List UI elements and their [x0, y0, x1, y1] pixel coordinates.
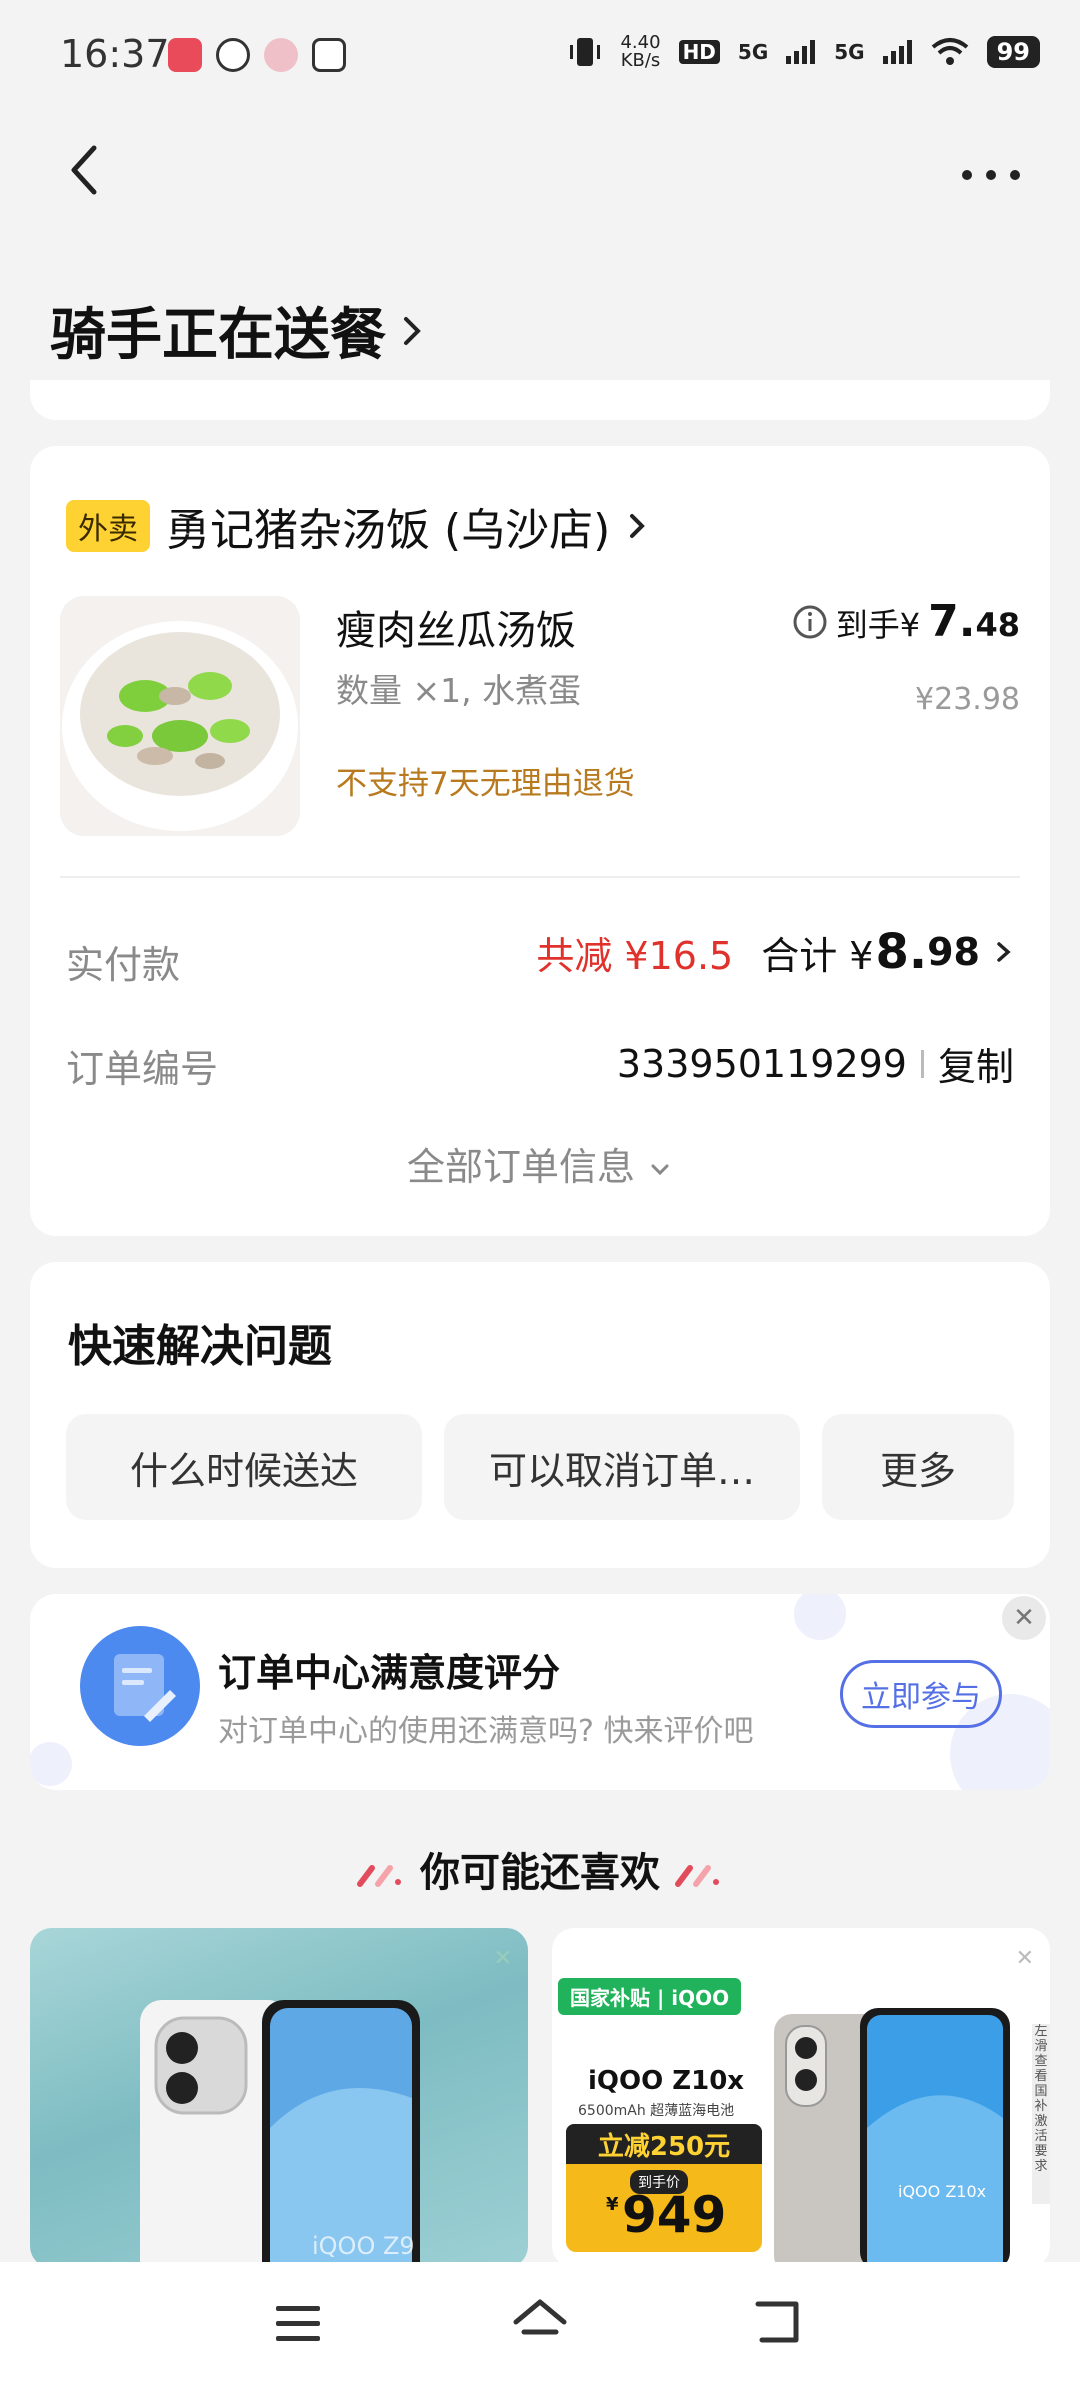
- avatar-notification-icon: [264, 38, 298, 72]
- net-speed-unit: KB/s: [620, 50, 661, 71]
- vibrate-icon: [570, 38, 601, 66]
- ad2-screen-brand: iQOO Z10x: [898, 2182, 987, 2201]
- shop-name: 勇记猪杂汤饭 (乌沙店): [166, 505, 611, 556]
- total-decimal: 98: [927, 930, 980, 974]
- ad2-price-symbol: ¥: [606, 2194, 619, 2215]
- return-policy-note: 不支持7天无理由退货: [336, 766, 635, 802]
- ad1-close-icon[interactable]: ✕: [494, 1946, 512, 1971]
- signal-5g-icon: 5G: [834, 40, 865, 64]
- ad2-price: 949: [622, 2186, 727, 2244]
- when-delivered-button[interactable]: 什么时候送达: [66, 1414, 422, 1520]
- status-bar: 16:37 4.40 KB/s HD 5G 5G 99: [0, 0, 1080, 110]
- product-ad-left[interactable]: iQOO Z9 ✕: [30, 1928, 528, 2268]
- divider: [60, 876, 1020, 878]
- battery-indicator: 99: [986, 36, 1040, 68]
- takeout-tag: 外卖: [66, 500, 150, 552]
- price-decimal: 48: [975, 606, 1020, 644]
- all-order-info-toggle[interactable]: 全部订单信息: [30, 1136, 1050, 1191]
- discount-amount: 共减 ¥16.5: [536, 933, 734, 978]
- quick-help-card: 快速解决问题 什么时候送达 可以取消订单… 更多: [30, 1262, 1050, 1568]
- recommend-title: 你可能还喜欢: [420, 1850, 660, 1896]
- ad1-brand: iQOO Z9: [312, 2232, 415, 2260]
- ad2-side-hint[interactable]: 左滑查看国补激活要求: [1032, 2024, 1050, 2204]
- survey-document-icon: [80, 1626, 200, 1746]
- close-survey-icon[interactable]: ✕: [1002, 1596, 1046, 1640]
- price-integer: 7.: [928, 596, 976, 647]
- shop-link[interactable]: 外卖 勇记猪杂汤饭 (乌沙店): [66, 494, 650, 558]
- chevron-right-icon: [997, 942, 1011, 962]
- payment-summary[interactable]: 共减 ¥16.5 合计 ¥8. 98: [536, 924, 1014, 980]
- back-arrow-icon[interactable]: [60, 140, 110, 200]
- paid-label: 实付款: [66, 943, 181, 987]
- survey-title: 订单中心满意度评分: [218, 1651, 561, 1695]
- phone-image: [140, 2000, 420, 2268]
- phone-image: [774, 2008, 1010, 2268]
- all-order-info-label: 全部订单信息: [406, 1145, 635, 1189]
- chevron-right-icon: [630, 514, 646, 538]
- product-ad-right[interactable]: 国家补贴 | iQOO iQOO Z10x 6500mAh 超薄蓝海电池 立减2…: [552, 1928, 1050, 2268]
- ad2-model: iQOO Z10x: [588, 2066, 745, 2096]
- survey-card[interactable]: 订单中心满意度评分 对订单中心的使用还满意吗? 快来评价吧 立即参与 ✕: [30, 1594, 1050, 1790]
- chevron-right-icon: [404, 316, 421, 345]
- app-notification-icon: [216, 38, 250, 72]
- wifi-icon: [931, 38, 968, 65]
- join-survey-button[interactable]: 立即参与: [840, 1660, 1002, 1728]
- price-prefix: 到手¥: [835, 606, 921, 644]
- decor-slash-icon: [674, 1865, 719, 1887]
- order-number: 333950119299: [616, 1041, 907, 1086]
- original-price: ¥23.98: [915, 682, 1020, 717]
- previous-card-edge: [30, 380, 1050, 420]
- food-image[interactable]: [60, 596, 300, 836]
- signal-5g-icon: 5G: [737, 40, 769, 64]
- back-nav-icon[interactable]: [752, 2298, 806, 2348]
- total-prefix: 合计 ¥: [761, 933, 874, 978]
- total-integer: 8.: [875, 924, 928, 980]
- ad2-price-box: 到手价 ¥ 949: [566, 2164, 762, 2252]
- menu-icon[interactable]: [274, 2302, 324, 2346]
- app-notification-icon: [168, 38, 202, 72]
- app-notification-icon: [312, 38, 346, 72]
- item-name: 瘦肉丝瓜汤饭: [336, 608, 576, 654]
- copy-button[interactable]: 复制: [938, 1036, 1014, 1091]
- info-icon[interactable]: [792, 604, 828, 640]
- notification-icons: [168, 38, 346, 72]
- net-speed: 4.40 KB/s: [620, 34, 660, 70]
- recommend-section: 你可能还喜欢: [0, 1840, 1080, 1898]
- status-time: 16:37: [60, 32, 170, 76]
- order-number-row: 333950119299 复制: [617, 1036, 1014, 1091]
- quick-help-title: 快速解决问题: [68, 1321, 332, 1372]
- ad2-discount: 立减250元: [566, 2124, 762, 2164]
- decor-slash-icon: [357, 1865, 402, 1887]
- final-price: 到手¥ 7. 48: [792, 596, 1020, 647]
- hd-icon: HD: [678, 40, 720, 64]
- subsidy-badge: 国家补贴 | iQOO: [558, 1978, 742, 2015]
- signal-bars-icon: [786, 40, 816, 64]
- separator: [920, 1049, 924, 1078]
- home-icon[interactable]: [510, 2296, 570, 2350]
- order-card: 外卖 勇记猪杂汤饭 (乌沙店) 瘦肉丝瓜汤饭 数量 ×1, 水煮蛋 不支持7天无…: [30, 446, 1050, 1236]
- system-nav-bar: [0, 2262, 1080, 2388]
- cancel-order-button[interactable]: 可以取消订单…: [444, 1414, 800, 1520]
- signal-bars-icon: [882, 40, 912, 64]
- ad2-close-icon[interactable]: ✕: [1016, 1946, 1034, 1971]
- survey-subtitle: 对订单中心的使用还满意吗? 快来评价吧: [218, 1714, 754, 1749]
- delivery-status-title: 骑手正在送餐: [50, 303, 386, 368]
- more-help-button[interactable]: 更多: [822, 1414, 1014, 1520]
- ad2-battery-note: 6500mAh 超薄蓝海电池: [578, 2103, 735, 2119]
- item-spec: 数量 ×1, 水煮蛋: [336, 671, 582, 710]
- more-options-icon[interactable]: [962, 170, 1020, 180]
- order-number-label: 订单编号: [66, 1047, 219, 1091]
- page-title[interactable]: 骑手正在送餐: [50, 290, 424, 371]
- chevron-down-icon: [651, 1164, 669, 1176]
